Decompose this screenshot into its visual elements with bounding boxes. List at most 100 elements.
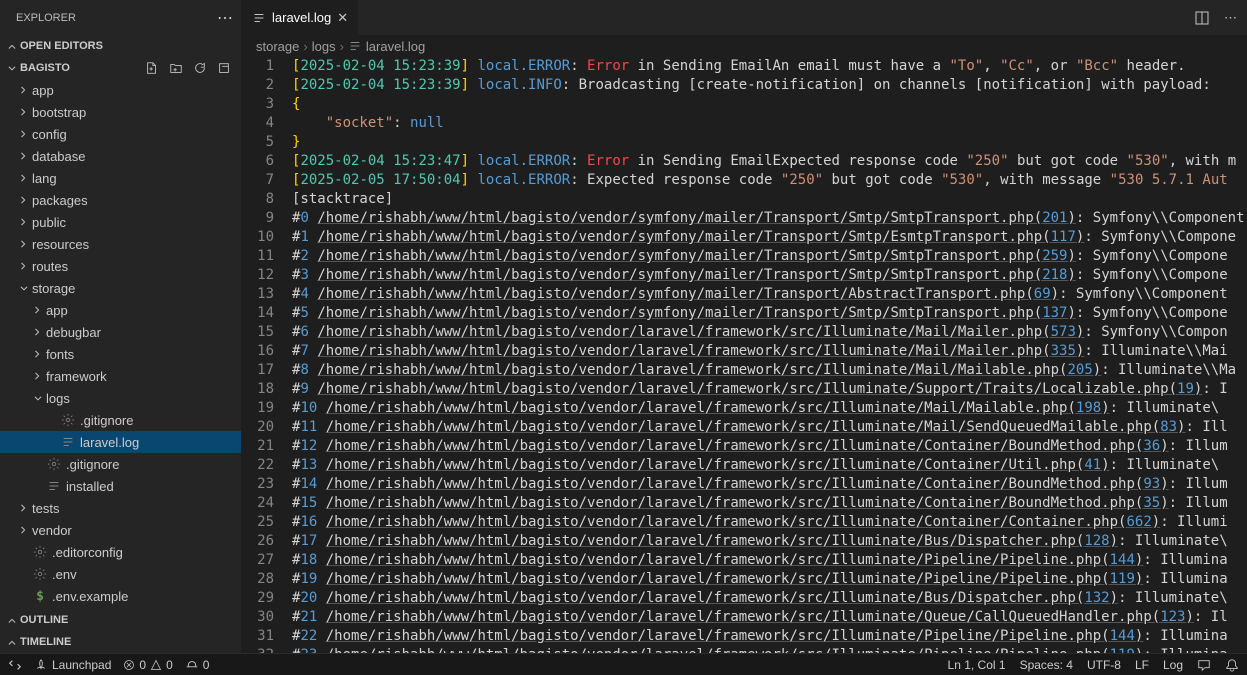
tree-item-label: bootstrap [32, 105, 86, 120]
folder-item[interactable]: app [0, 79, 241, 101]
refresh-icon[interactable] [193, 61, 207, 75]
close-icon[interactable]: ✕ [337, 10, 348, 26]
chevron-icon [30, 349, 46, 359]
code-editor[interactable]: 1234567891011121314151617181920212223242… [242, 57, 1247, 653]
tab-label: laravel.log [272, 10, 331, 25]
remote-icon[interactable] [8, 658, 22, 672]
folder-item[interactable]: logs [0, 387, 241, 409]
open-editors-section[interactable]: OPEN EDITORS [0, 35, 241, 57]
folder-item[interactable]: vendor [0, 519, 241, 541]
chevron-right-icon: › [340, 39, 344, 54]
chevron-icon [16, 107, 32, 117]
lines-icon [60, 435, 76, 449]
tree-item-label: .env [52, 567, 77, 582]
folder-item[interactable]: app [0, 299, 241, 321]
new-folder-icon[interactable] [169, 61, 183, 75]
chevron-icon [30, 327, 46, 337]
chevron-icon [16, 195, 32, 205]
chevron-icon [16, 283, 32, 293]
explorer-sidebar: EXPLORER ⋯ OPEN EDITORS BAGISTO appboots… [0, 0, 242, 653]
file-item[interactable]: .gitignore [0, 409, 241, 431]
folder-item[interactable]: routes [0, 255, 241, 277]
file-item[interactable]: .env [0, 563, 241, 585]
folder-item[interactable]: debugbar [0, 321, 241, 343]
file-item[interactable]: .editorconfig [0, 541, 241, 563]
folder-item[interactable]: fonts [0, 343, 241, 365]
chevron-icon [16, 503, 32, 513]
tree-item-label: database [32, 149, 86, 164]
status-bar: Launchpad 0 0 0 Ln 1, Col 1 Spaces: 4 UT… [0, 653, 1247, 675]
project-section[interactable]: BAGISTO [0, 57, 241, 79]
tree-item-label: fonts [46, 347, 74, 362]
breadcrumb-item[interactable]: logs [312, 39, 336, 54]
breadcrumb-item[interactable]: laravel.log [366, 39, 425, 54]
chevron-icon [30, 371, 46, 381]
split-editor-icon[interactable] [1194, 10, 1210, 26]
file-item[interactable]: laravel.log [0, 431, 241, 453]
tree-item-label: lang [32, 171, 57, 186]
cursor-position[interactable]: Ln 1, Col 1 [948, 658, 1006, 672]
folder-item[interactable]: resources [0, 233, 241, 255]
tree-item-label: framework [46, 369, 107, 384]
chevron-icon [16, 525, 32, 535]
new-file-icon[interactable] [145, 61, 159, 75]
file-item[interactable]: .gitignore [0, 453, 241, 475]
chevron-icon [16, 239, 32, 249]
code-content[interactable]: [2025-02-04 15:23:39] local.ERROR: Error… [292, 57, 1247, 653]
editor-panel: laravel.log ✕ ⋯ storage › logs › laravel… [242, 0, 1247, 653]
chevron-icon [30, 393, 46, 403]
chevron-right-icon: › [303, 39, 307, 54]
chevron-icon [16, 173, 32, 183]
notifications-icon[interactable] [1225, 658, 1239, 672]
tree-item-label: debugbar [46, 325, 101, 340]
folder-item[interactable]: framework [0, 365, 241, 387]
chevron-icon [16, 85, 32, 95]
line-numbers: 1234567891011121314151617181920212223242… [242, 57, 292, 653]
chevron-icon [16, 217, 32, 227]
feedback-icon[interactable] [1197, 658, 1211, 672]
launchpad-button[interactable]: Launchpad [34, 658, 111, 672]
folder-item[interactable]: storage [0, 277, 241, 299]
tree-item-label: .gitignore [66, 457, 119, 472]
language-mode[interactable]: Log [1163, 658, 1183, 672]
tab-laravel-log[interactable]: laravel.log ✕ [242, 0, 359, 35]
tab-bar: laravel.log ✕ ⋯ [242, 0, 1247, 35]
problems-button[interactable]: 0 0 [123, 658, 172, 672]
folder-item[interactable]: packages [0, 189, 241, 211]
ports-button[interactable]: 0 [185, 658, 210, 672]
timeline-section[interactable]: TIMELINE [0, 631, 241, 653]
file-lines-icon [348, 39, 362, 53]
folder-item[interactable]: bootstrap [0, 101, 241, 123]
editor-more-icon[interactable]: ⋯ [1224, 10, 1237, 26]
dollar-icon: $ [32, 589, 48, 604]
tree-item-label: routes [32, 259, 68, 274]
chevron-right-icon [7, 612, 17, 628]
tree-item-label: vendor [32, 523, 72, 538]
tree-item-label: .env.example [52, 589, 128, 604]
gear-icon [60, 413, 76, 427]
folder-item[interactable]: database [0, 145, 241, 167]
chevron-icon [16, 129, 32, 139]
breadcrumbs[interactable]: storage › logs › laravel.log [242, 35, 1247, 57]
tree-item-label: public [32, 215, 66, 230]
eol[interactable]: LF [1135, 658, 1149, 672]
file-item[interactable]: $ .env.example [0, 585, 241, 607]
tree-item-label: .gitignore [80, 413, 133, 428]
chevron-icon [30, 305, 46, 315]
chevron-down-icon [4, 63, 20, 73]
folder-item[interactable]: tests [0, 497, 241, 519]
tree-item-label: resources [32, 237, 89, 252]
collapse-all-icon[interactable] [217, 61, 231, 75]
indentation[interactable]: Spaces: 4 [1020, 658, 1073, 672]
gear-icon [32, 567, 48, 581]
chevron-icon [16, 261, 32, 271]
gear-icon [32, 545, 48, 559]
file-item[interactable]: installed [0, 475, 241, 497]
folder-item[interactable]: public [0, 211, 241, 233]
encoding[interactable]: UTF-8 [1087, 658, 1121, 672]
breadcrumb-item[interactable]: storage [256, 39, 299, 54]
folder-item[interactable]: config [0, 123, 241, 145]
folder-item[interactable]: lang [0, 167, 241, 189]
explorer-more-icon[interactable]: ⋯ [217, 8, 233, 28]
outline-section[interactable]: OUTLINE [0, 609, 241, 631]
